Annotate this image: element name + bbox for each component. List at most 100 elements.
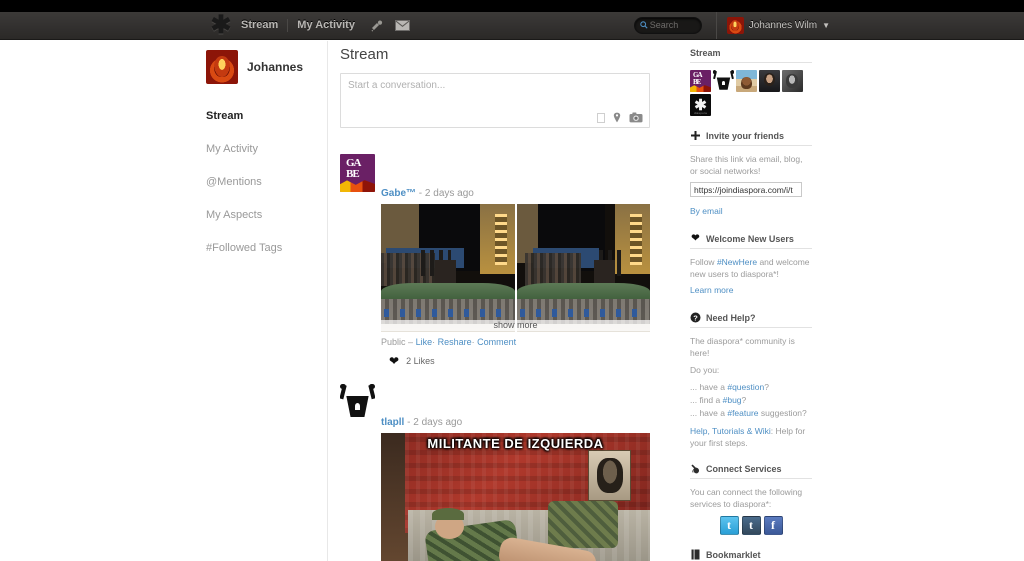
left-sidebar: Johannes Stream My Activity @Mentions My…: [196, 41, 328, 561]
invite-block: Invite your friends Share this link via …: [690, 130, 812, 219]
post-media[interactable]: show more: [381, 204, 650, 332]
facebook-icon[interactable]: f: [763, 516, 783, 535]
avatar[interactable]: GA BE: [340, 154, 375, 192]
location-icon[interactable]: [613, 112, 621, 123]
mail-icon[interactable]: [390, 12, 416, 39]
stream-avatar-diaspora[interactable]: ✱ diaspora: [690, 94, 711, 116]
post-separator: -: [418, 188, 423, 199]
stream-avatar-greyscale[interactable]: [782, 70, 803, 92]
right-sidebar: Stream GA BE ✱ diaspora Invite your frie…: [690, 48, 812, 561]
likes-count: 2 Likes: [406, 356, 435, 366]
welcome-block: ❤ Welcome New Users Follow #NewHere and …: [690, 233, 812, 298]
post-composer[interactable]: Start a conversation...: [340, 73, 650, 128]
post-photo[interactable]: [517, 204, 650, 332]
post-item: tlapll - 2 days ago MILITANTE DE IZQUIER…: [340, 379, 650, 561]
post-timestamp: 2 days ago: [424, 188, 474, 199]
browser-chrome-strip: [0, 0, 1024, 12]
composer-toolbar: [597, 112, 643, 123]
like-button[interactable]: Like: [416, 337, 433, 347]
sidebar-item-my-aspects[interactable]: My Aspects: [196, 205, 327, 225]
stream-avatar-tlapll[interactable]: [713, 70, 734, 92]
right-stream-block: Stream GA BE ✱ diaspora: [690, 48, 812, 116]
post-item: GA BE Gabe™ - 2 days ago show more Publi…: [340, 150, 650, 367]
user-menu[interactable]: Johannes Wilm ▼: [726, 17, 830, 34]
search-input[interactable]: Search: [633, 17, 702, 34]
feature-tag-link[interactable]: #feature: [727, 408, 758, 418]
stream-avatar-beach[interactable]: [736, 70, 757, 92]
diaspora-asterisk-logo-icon[interactable]: ✱: [210, 12, 232, 39]
right-stream-heading: Stream: [690, 48, 812, 63]
bookmarklet-heading: Bookmarklet: [690, 549, 812, 561]
help-title: Need Help?: [706, 312, 756, 323]
help-line-1: The diaspora* community is here!: [690, 336, 795, 358]
show-more-link[interactable]: show more: [381, 320, 650, 331]
connect-text: You can connect the following services t…: [690, 487, 803, 509]
post-body: Gabe™ - 2 days ago show more Public – Li…: [381, 188, 650, 367]
sidebar-item-mentions[interactable]: @Mentions: [196, 172, 327, 192]
post-likes[interactable]: ❤ 2 Likes: [381, 355, 650, 367]
help-bullet: ... have a #question?: [690, 381, 812, 394]
svg-text:?: ?: [693, 313, 698, 322]
user-menu-label: Johannes Wilm: [748, 20, 818, 31]
search-icon: [639, 21, 648, 29]
help-bullet-2-post: suggestion?: [758, 408, 807, 418]
action-sep-2: ·: [471, 337, 475, 347]
avatar: [726, 17, 744, 34]
twitter-icon[interactable]: t: [719, 516, 739, 535]
heart-icon: ❤: [691, 233, 700, 244]
post-photo[interactable]: [381, 204, 515, 332]
right-stream-title: Stream: [690, 48, 721, 58]
welcome-heading: ❤ Welcome New Users: [690, 233, 812, 249]
post-media[interactable]: MILITANTE DE IZQUIERDA HACIENDO LA REVOL…: [381, 433, 650, 561]
sidebar-item-followed-tags[interactable]: #Followed Tags: [196, 238, 327, 258]
tumblr-icon[interactable]: t: [741, 516, 761, 535]
bookmarklet-title: Bookmarklet: [706, 549, 761, 560]
camera-icon[interactable]: [629, 112, 643, 123]
wrench-icon: [690, 463, 701, 474]
post-author[interactable]: Gabe™: [381, 188, 416, 199]
invite-description: Share this link via email, blog, or soci…: [690, 154, 803, 176]
search-placeholder: Search: [649, 20, 679, 30]
help-bullet-0-post: ?: [764, 382, 769, 392]
post-visibility: Public: [381, 337, 406, 347]
contacts-icon[interactable]: [364, 12, 390, 39]
welcome-learn-more-link[interactable]: Learn more: [690, 285, 733, 295]
bug-tag-link[interactable]: #bug: [723, 395, 742, 405]
question-icon: ?: [690, 312, 701, 323]
help-footer: Help, Tutorials & Wiki: Help for your fi…: [690, 425, 812, 449]
poll-icon[interactable]: [597, 112, 605, 123]
question-tag-link[interactable]: #question: [727, 382, 764, 392]
invite-by-email-link[interactable]: By email: [690, 206, 723, 216]
sidebar-item-stream[interactable]: Stream: [196, 106, 327, 126]
nav-my-activity[interactable]: My Activity: [288, 12, 364, 39]
sidebar-profile[interactable]: Johannes: [196, 50, 327, 84]
book-icon: [690, 549, 701, 560]
avatar[interactable]: [340, 383, 375, 421]
connect-heading: Connect Services: [690, 463, 812, 479]
help-bullet: ... have a #feature suggestion?: [690, 407, 812, 420]
invite-link-input[interactable]: [690, 182, 802, 197]
help-bullet-1-post: ?: [741, 395, 747, 405]
top-navigation-bar: ✱ Stream My Activity Search Johannes Wil…: [0, 12, 1024, 40]
stream-avatar-grid: GA BE ✱ diaspora: [690, 70, 812, 116]
page-title: Stream: [340, 46, 389, 63]
nav-stream[interactable]: Stream: [232, 12, 287, 39]
help-heading: ? Need Help?: [690, 312, 812, 328]
main-content: Stream Start a conversation... GA BE Gab…: [340, 46, 650, 561]
post-author[interactable]: tlapll: [381, 417, 404, 428]
help-tutorials-wiki-link[interactable]: Help, Tutorials & Wiki: [690, 426, 771, 436]
avatar: [206, 50, 238, 84]
post-actions: Public – Like· Reshare· Comment: [381, 337, 650, 347]
sidebar-item-my-activity[interactable]: My Activity: [196, 139, 327, 159]
help-bullet-1-pre: ... find a: [690, 395, 723, 405]
connect-title: Connect Services: [706, 463, 782, 474]
post-photo[interactable]: MILITANTE DE IZQUIERDA HACIENDO LA REVOL…: [381, 433, 650, 561]
comment-button[interactable]: Comment: [477, 337, 516, 347]
newhere-tag-link[interactable]: #NewHere: [717, 257, 757, 267]
welcome-text-before: Follow: [690, 257, 717, 267]
stream-avatar-gabe[interactable]: GA BE: [690, 70, 711, 92]
stream-avatar-man[interactable]: [759, 70, 780, 92]
composer-placeholder: Start a conversation...: [348, 80, 446, 91]
help-bullet: ... find a #bug?: [690, 394, 812, 407]
reshare-button[interactable]: Reshare: [438, 337, 472, 347]
